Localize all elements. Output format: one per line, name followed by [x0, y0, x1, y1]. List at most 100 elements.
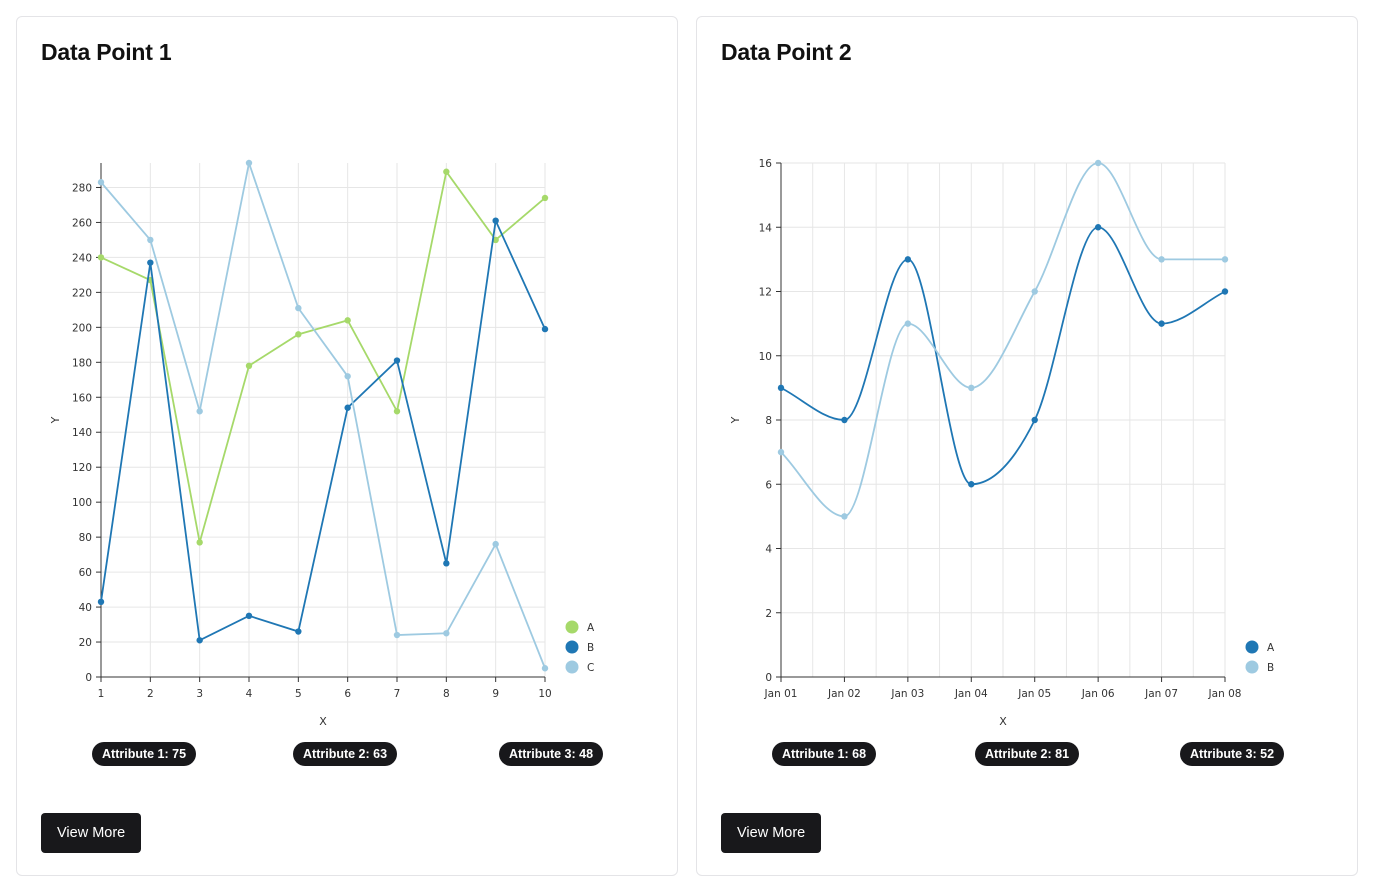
data-point-B [245, 612, 253, 620]
data-point-B [147, 259, 154, 266]
attribute-badge-1: Attribute 1: 68 [772, 742, 877, 766]
x-tick-label: Jan 04 [954, 688, 988, 700]
attribute-badge-3: Attribute 3: 52 [1180, 742, 1285, 766]
legend-label-B: B [1267, 662, 1274, 674]
y-tick-label: 16 [759, 158, 773, 170]
attribute-badge-2: Attribute 2: 81 [975, 742, 1080, 766]
data-point-C [295, 304, 302, 312]
data-point-B [1221, 256, 1229, 263]
line-chart-1: 0 20 40 60 80 100 120 140 160 180 200 220 240 260 280 1… [49, 159, 595, 728]
attribute-badge-3: Attribute 3: 48 [499, 742, 604, 766]
y-tick-label: 10 [759, 351, 772, 363]
data-point-B [492, 217, 499, 224]
data-point-B [196, 637, 203, 644]
data-point-A [1158, 320, 1165, 327]
data-point-A [295, 331, 302, 338]
data-point-A [968, 481, 975, 488]
x-tick-label: Jan 05 [1017, 688, 1051, 700]
data-point-B [904, 320, 912, 327]
legend-swatch-A [565, 620, 579, 634]
grid [100, 163, 546, 678]
x-tick-label: 6 [344, 688, 351, 700]
series-line-C [100, 159, 546, 669]
y-tick-label: 2 [765, 608, 772, 620]
legend-label-A: A [1267, 642, 1275, 654]
y-tick-label: 120 [72, 462, 92, 474]
data-point-A [1094, 224, 1102, 231]
series-line-A [100, 169, 546, 543]
x-tick-label: 4 [246, 688, 253, 700]
x-tick-label: 9 [492, 688, 499, 700]
y-tick-label: 220 [72, 287, 92, 299]
y-tick-label: 60 [79, 567, 92, 579]
data-point-A [196, 539, 203, 546]
data-point-B [968, 384, 975, 392]
data-point-C [443, 630, 450, 637]
data-point-C [196, 408, 203, 415]
y-tick-label: 100 [72, 497, 92, 509]
data-point-A [245, 362, 253, 370]
x-tick-label: 5 [295, 688, 302, 700]
legend-swatch-B [565, 640, 579, 654]
data-point-C [97, 179, 105, 186]
legend-swatch-B [1245, 660, 1259, 674]
x-tick-label: 10 [538, 688, 551, 700]
data-point-B [1158, 256, 1165, 263]
data-point-B [1031, 288, 1038, 295]
data-point-B [777, 448, 785, 456]
y-tick-label: 240 [72, 252, 92, 264]
x-axis-title: X [999, 715, 1007, 728]
y-tick-label: 160 [72, 392, 92, 404]
y-tick-label: 260 [72, 217, 92, 229]
legend-label-B: B [587, 642, 594, 654]
data-point-A [904, 256, 912, 263]
data-point-C [147, 236, 154, 244]
attribute-badge-2: Attribute 2: 63 [293, 742, 398, 766]
data-point-B [97, 598, 105, 606]
y-tick-label: 0 [85, 672, 92, 684]
x-tick-label: 8 [443, 688, 450, 700]
y-tick-label: 40 [79, 602, 92, 614]
data-point-A [344, 317, 351, 324]
data-point-B [541, 325, 549, 333]
x-tick-label: 1 [98, 688, 105, 700]
x-tick-label: 2 [147, 688, 154, 700]
view-more-button[interactable]: View More [721, 813, 822, 853]
y-tick-label: 200 [72, 322, 92, 334]
data-point-A [97, 254, 105, 261]
data-point-C [344, 373, 351, 380]
data-point-A [393, 408, 401, 415]
data-point-B [393, 357, 401, 364]
legend-swatch-A [1245, 640, 1259, 654]
x-tick-label: Jan 03 [890, 688, 924, 700]
data-point-B [841, 513, 848, 520]
y-tick-label: 20 [79, 637, 92, 649]
line-chart-2: 0 2 4 6 8 10 12 14 16 Jan 01 Jan 02 Jan 03 Jan 04 Jan… [729, 158, 1275, 728]
y-tick-label: 180 [72, 357, 92, 369]
legend-label-A: A [587, 622, 595, 634]
x-axis-title: X [319, 715, 327, 728]
attribute-badge-1: Attribute 1: 75 [92, 742, 197, 766]
data-point-B [344, 404, 351, 411]
x-tick-label: Jan 08 [1208, 688, 1242, 700]
data-point-A [777, 384, 785, 392]
view-more-button[interactable]: View More [41, 813, 142, 853]
data-point-C [245, 159, 253, 167]
y-tick-label: 4 [765, 544, 772, 556]
y-tick-label: 0 [765, 672, 772, 684]
y-tick-label: 80 [79, 532, 92, 544]
chart-card-1: Data Point 1 0 20 40 60 80 100 120 140 160 180 200… [16, 16, 678, 876]
y-tick-label: 14 [759, 222, 773, 234]
data-point-B [1094, 159, 1102, 167]
data-point-A [541, 194, 549, 202]
series-line-B [100, 217, 546, 642]
data-point-B [295, 628, 302, 635]
x-tick-label: Jan 07 [1144, 688, 1178, 700]
data-point-A [443, 168, 450, 175]
data-point-C [541, 665, 549, 672]
legend-label-C: C [587, 662, 594, 674]
data-point-C [393, 631, 401, 639]
data-point-A [1031, 416, 1038, 424]
y-axis-title: Y [49, 416, 62, 424]
y-tick-label: 8 [765, 415, 772, 427]
